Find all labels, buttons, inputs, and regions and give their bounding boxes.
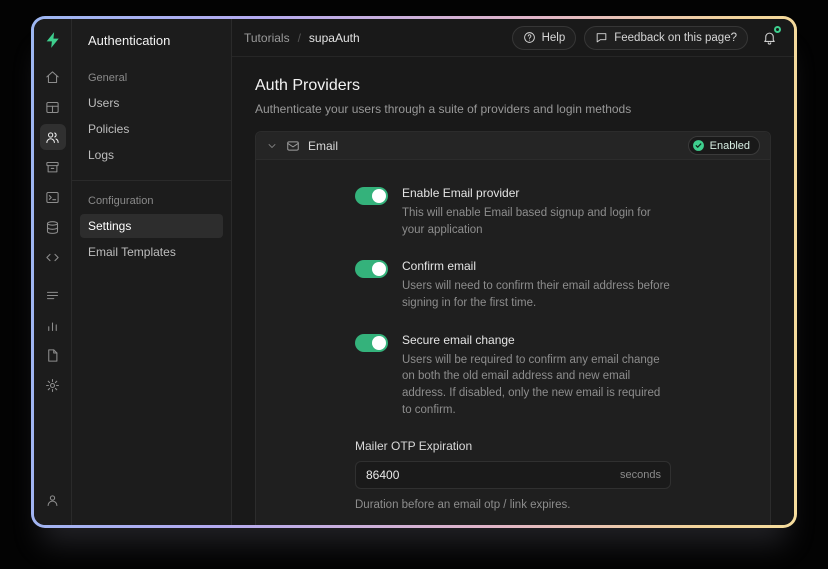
rail-item-authentication[interactable] — [39, 124, 66, 150]
page-title: Auth Providers — [255, 77, 360, 94]
app-window-frame: Authentication General Users Policies Lo… — [31, 16, 797, 528]
app-window: Authentication General Users Policies Lo… — [34, 19, 794, 525]
toggle-row-enable-email: Enable Email provider This will enable E… — [355, 186, 671, 238]
enabled-badge: Enabled — [687, 136, 760, 155]
code-brackets-icon — [46, 253, 59, 261]
gear-icon — [46, 378, 59, 392]
notification-dot — [774, 25, 781, 33]
toggle-knob — [372, 335, 386, 350]
toggle-label: Confirm email — [402, 259, 477, 274]
email-provider-body: Enable Email provider This will enable E… — [256, 160, 770, 525]
toggle-label: Enable Email provider — [402, 186, 520, 200]
email-provider-panel: Email Enabled Enable Email provider This… — [255, 131, 771, 525]
rail-item-sql-editor[interactable] — [40, 184, 66, 210]
mail-icon — [286, 139, 300, 153]
notifications-button[interactable] — [756, 25, 782, 51]
document-icon — [48, 348, 58, 362]
sidebar-heading-configuration: Configuration — [88, 195, 154, 207]
rail-item-reports[interactable] — [40, 312, 66, 338]
rail-item-api[interactable] — [40, 244, 66, 270]
storage-icon — [46, 161, 59, 172]
field-mailer-otp-expiration: Mailer OTP Expiration seconds Duration b… — [355, 439, 671, 514]
field-label: Mailer OTP Expiration — [355, 439, 473, 454]
rail-item-settings[interactable] — [40, 372, 66, 398]
sidebar-item-email-templates[interactable]: Email Templates — [80, 240, 223, 264]
toggle-description: This will enable Email based signup and … — [402, 207, 651, 236]
rail-item-logs[interactable] — [40, 282, 66, 308]
toggle-confirm-email[interactable] — [355, 260, 388, 279]
supabase-logo[interactable] — [41, 28, 65, 52]
supabase-lightning-bolt-icon — [46, 32, 59, 48]
main-area: Tutorials / supaAuth Help Feedback on th… — [232, 19, 794, 525]
provider-form: Enable Email provider This will enable E… — [355, 186, 671, 525]
email-provider-header[interactable]: Email Enabled — [256, 132, 770, 160]
desktop-background: Authentication General Users Policies Lo… — [0, 0, 828, 569]
toggle-row-secure-email-change: Secure email change Users will be requir… — [355, 333, 671, 419]
user-avatar-icon — [47, 494, 58, 506]
input-suffix: seconds — [620, 469, 661, 482]
rail-item-docs[interactable] — [40, 342, 66, 368]
list-icon — [46, 291, 59, 299]
toggle-row-confirm-email: Confirm email Users will need to confirm… — [355, 259, 671, 311]
icon-rail — [34, 19, 72, 525]
enabled-badge-label: Enabled — [709, 139, 750, 152]
sidebar-item-logs[interactable]: Logs — [80, 143, 223, 167]
bell-icon — [763, 32, 775, 45]
sidebar-heading-general: General — [88, 72, 128, 84]
toggle-description: Users will need to confirm their email a… — [402, 280, 670, 310]
breadcrumb: Tutorials / supaAuth — [244, 31, 360, 45]
help-button[interactable]: Help — [511, 25, 577, 50]
rail-item-account[interactable] — [40, 487, 66, 513]
rail-item-table-editor[interactable] — [40, 94, 66, 120]
breadcrumb-separator: / — [297, 30, 301, 45]
rail-item-storage[interactable] — [40, 154, 66, 180]
input-wrap: seconds — [355, 461, 671, 490]
page-subtitle: Authenticate your users through a suite … — [255, 102, 632, 116]
bar-chart-icon — [48, 321, 57, 331]
rail-item-home[interactable] — [40, 64, 66, 90]
sidebar-title: Authentication — [88, 33, 171, 48]
breadcrumb-project[interactable]: supaAuth — [309, 31, 360, 45]
feedback-label: Feedback on this page? — [614, 31, 737, 44]
provider-name: Email — [308, 138, 339, 153]
database-icon — [46, 220, 59, 234]
terminal-icon — [46, 191, 59, 203]
breadcrumb-tutorials[interactable]: Tutorials — [244, 31, 290, 45]
check-circle-icon — [692, 140, 704, 151]
rail-item-database[interactable] — [40, 214, 66, 240]
home-icon — [46, 70, 59, 83]
toggle-knob — [372, 262, 386, 277]
chat-bubble-icon — [596, 33, 607, 43]
sidebar-divider — [72, 180, 231, 181]
sidebar-item-users[interactable]: Users — [80, 91, 223, 115]
table-editor-icon — [46, 101, 59, 113]
toggle-knob — [372, 189, 386, 203]
toggle-label: Secure email change — [402, 332, 515, 347]
topbar-actions: Help Feedback on this page? — [511, 25, 782, 51]
content-area: Auth Providers Authenticate your users t… — [232, 57, 794, 525]
users-icon — [46, 131, 59, 143]
feedback-button[interactable]: Feedback on this page? — [584, 25, 748, 50]
field-help: Duration before an email otp / link expi… — [355, 499, 571, 512]
toggle-secure-email-change[interactable] — [355, 333, 388, 352]
sidebar-item-policies[interactable]: Policies — [80, 117, 223, 141]
toggle-description: Users will be required to confirm any em… — [402, 353, 661, 416]
help-circle-icon — [523, 32, 535, 43]
help-label: Help — [541, 31, 566, 44]
sidebar-item-settings[interactable]: Settings — [80, 214, 223, 238]
toggle-enable-email-provider[interactable] — [355, 187, 388, 205]
chevron-down-icon[interactable] — [266, 140, 278, 152]
auth-sidebar: Authentication General Users Policies Lo… — [72, 19, 232, 525]
topbar: Tutorials / supaAuth Help Feedback on th… — [232, 19, 794, 57]
